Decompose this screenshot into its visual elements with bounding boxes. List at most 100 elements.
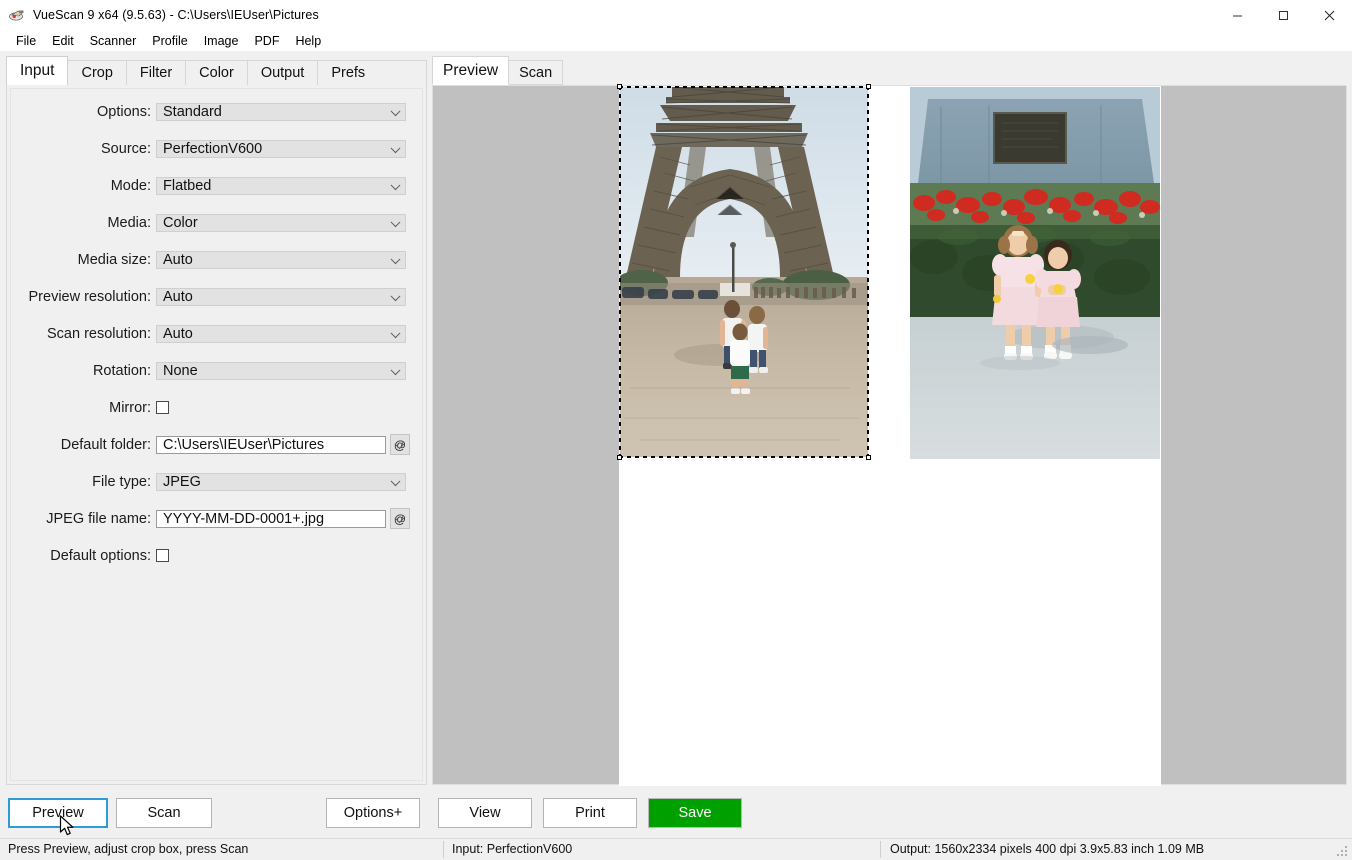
minimize-button[interactable] <box>1214 0 1260 30</box>
field-row-file-type: File type: JPEG <box>11 468 422 495</box>
default-folder-input[interactable]: C:\Users\IEUser\Pictures <box>156 436 386 454</box>
media-size-combo[interactable]: Auto <box>156 251 406 269</box>
default-folder-value: C:\Users\IEUser\Pictures <box>163 437 324 453</box>
status-hint: Press Preview, adjust crop box, press Sc… <box>8 842 248 856</box>
chevron-down-icon <box>391 254 401 264</box>
label-default-folder: Default folder: <box>11 437 156 453</box>
label-mirror: Mirror: <box>11 400 156 416</box>
source-combo[interactable]: PerfectionV600 <box>156 140 406 158</box>
action-toolbar: Preview Scan Options+ View Print Save <box>0 793 1352 837</box>
field-row-scan-resolution: Scan resolution: Auto <box>11 320 422 347</box>
close-button[interactable] <box>1306 0 1352 30</box>
status-input: Input: PerfectionV600 <box>452 842 572 856</box>
source-control: PerfectionV600 <box>156 135 406 162</box>
chevron-down-icon <box>391 217 401 227</box>
preview-button[interactable]: Preview <box>8 798 108 828</box>
rotation-value: None <box>163 363 198 379</box>
jpeg-file-name-control: YYYY-MM-DD-0001+.jpg @ <box>156 505 410 532</box>
field-row-default-folder: Default folder: C:\Users\IEUser\Pictures… <box>11 431 422 458</box>
resize-grip[interactable] <box>1337 846 1349 858</box>
tab-prefs[interactable]: Prefs <box>317 60 379 85</box>
label-source: Source: <box>11 141 156 157</box>
menu-item-image[interactable]: Image <box>196 32 247 50</box>
status-divider-2 <box>880 841 881 858</box>
input-settings-panel: Options: Standard Source: PerfectionV600 <box>6 85 427 785</box>
jpeg-file-name-input[interactable]: YYYY-MM-DD-0001+.jpg <box>156 510 386 528</box>
options-plus-button[interactable]: Options+ <box>326 798 420 828</box>
two-girls-photo[interactable] <box>910 87 1160 459</box>
status-output: Output: 1560x2334 pixels 400 dpi 3.9x5.8… <box>890 842 1204 856</box>
chevron-down-icon <box>391 106 401 116</box>
field-row-media-size: Media size: Auto <box>11 246 422 273</box>
label-media-size: Media size: <box>11 252 156 268</box>
tab-crop[interactable]: Crop <box>67 60 126 85</box>
view-button[interactable]: View <box>438 798 532 828</box>
options-combo[interactable]: Standard <box>156 103 406 121</box>
label-rotation: Rotation: <box>11 363 156 379</box>
menu-item-edit[interactable]: Edit <box>44 32 82 50</box>
window-title: VueScan 9 x64 (9.5.63) - C:\Users\IEUser… <box>33 8 319 22</box>
tab-output[interactable]: Output <box>247 60 319 85</box>
chevron-down-icon <box>391 291 401 301</box>
scan-resolution-value: Auto <box>163 326 193 342</box>
rotation-control: None <box>156 357 406 384</box>
preview-resolution-combo[interactable]: Auto <box>156 288 406 306</box>
mirror-checkbox[interactable] <box>156 401 169 414</box>
media-size-value: Auto <box>163 252 193 268</box>
chevron-down-icon <box>391 476 401 486</box>
tab-filter[interactable]: Filter <box>126 60 186 85</box>
menu-item-pdf[interactable]: PDF <box>246 32 287 50</box>
label-file-type: File type: <box>11 474 156 490</box>
label-media: Media: <box>11 215 156 231</box>
field-row-preview-resolution: Preview resolution: Auto <box>11 283 422 310</box>
source-value: PerfectionV600 <box>163 141 262 157</box>
field-row-options: Options: Standard <box>11 98 422 125</box>
chevron-down-icon <box>391 180 401 190</box>
preview-tabstrip: Preview Scan <box>432 57 1347 85</box>
scan-resolution-control: Auto <box>156 320 406 347</box>
rotation-combo[interactable]: None <box>156 362 406 380</box>
menu-bar: File Edit Scanner Profile Image PDF Help <box>0 30 1352 51</box>
chevron-down-icon <box>391 328 401 338</box>
label-scan-resolution: Scan resolution: <box>11 326 156 342</box>
settings-tabstrip: Input Crop Filter Color Output Prefs <box>6 57 427 85</box>
field-row-media: Media: Color <box>11 209 422 236</box>
preview-resolution-control: Auto <box>156 283 406 310</box>
tab-scan[interactable]: Scan <box>508 60 563 85</box>
media-value: Color <box>163 215 198 231</box>
field-row-source: Source: PerfectionV600 <box>11 135 422 162</box>
scan-button[interactable]: Scan <box>116 798 212 828</box>
tab-input[interactable]: Input <box>6 56 68 85</box>
menu-item-scanner[interactable]: Scanner <box>82 32 145 50</box>
title-bar: VueScan 9 x64 (9.5.63) - C:\Users\IEUser… <box>0 0 1352 30</box>
preview-area[interactable] <box>432 85 1347 785</box>
save-button[interactable]: Save <box>648 798 742 828</box>
input-form: Options: Standard Source: PerfectionV600 <box>10 88 423 781</box>
maximize-button[interactable] <box>1260 0 1306 30</box>
file-type-combo[interactable]: JPEG <box>156 473 406 491</box>
field-row-mode: Mode: Flatbed <box>11 172 422 199</box>
options-value: Standard <box>163 104 222 120</box>
scan-resolution-combo[interactable]: Auto <box>156 325 406 343</box>
media-combo[interactable]: Color <box>156 214 406 232</box>
label-default-options: Default options: <box>11 548 156 564</box>
tab-color[interactable]: Color <box>185 60 248 85</box>
mode-combo[interactable]: Flatbed <box>156 177 406 195</box>
default-options-checkbox[interactable] <box>156 549 169 562</box>
menu-item-file[interactable]: File <box>8 32 44 50</box>
eiffel-tower-photo[interactable] <box>620 87 868 457</box>
label-preview-resolution: Preview resolution: <box>11 289 156 305</box>
tab-preview[interactable]: Preview <box>432 56 509 85</box>
file-type-value: JPEG <box>163 474 201 490</box>
field-row-default-options: Default options: <box>11 542 422 569</box>
field-row-rotation: Rotation: None <box>11 357 422 384</box>
print-button[interactable]: Print <box>543 798 637 828</box>
field-row-jpeg-file-name: JPEG file name: YYYY-MM-DD-0001+.jpg @ <box>11 505 422 532</box>
vuescan-scanner-icon <box>9 7 25 23</box>
menu-item-help[interactable]: Help <box>287 32 329 50</box>
default-folder-control: C:\Users\IEUser\Pictures @ <box>156 431 410 458</box>
menu-item-profile[interactable]: Profile <box>144 32 195 50</box>
mirror-control <box>156 394 169 421</box>
options-control: Standard <box>156 98 406 125</box>
media-control: Color <box>156 209 406 236</box>
